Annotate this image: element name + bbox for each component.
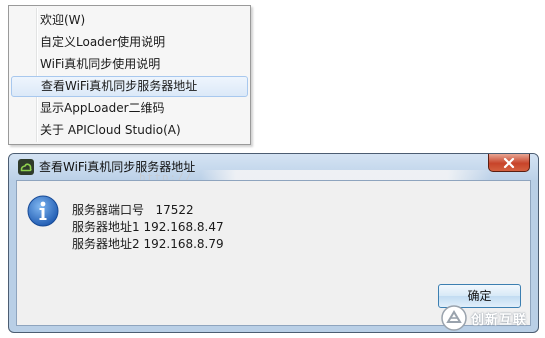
message-port-line: 服务器端口号 17522 bbox=[72, 201, 194, 218]
screenshot-stage: 欢迎(W) 自定义Loader使用说明 WiFi真机同步使用说明 查看WiFi真… bbox=[0, 0, 545, 338]
address2-value: 192.168.8.79 bbox=[143, 237, 224, 251]
menu-item-view-wifi-sync-server-address[interactable]: 查看WiFi真机同步服务器地址 bbox=[11, 76, 248, 97]
port-label: 服务器端口号 bbox=[72, 203, 145, 217]
info-icon bbox=[27, 195, 59, 227]
message-address2-line: 服务器地址2 192.168.8.79 bbox=[72, 235, 224, 252]
menu-item-welcome[interactable]: 欢迎(W) bbox=[11, 10, 248, 31]
context-menu: 欢迎(W) 自定义Loader使用说明 WiFi真机同步使用说明 查看WiFi真… bbox=[8, 5, 251, 145]
menu-item-show-apploader-qrcode[interactable]: 显示AppLoader二维码 bbox=[11, 98, 248, 119]
apicloud-logo-icon bbox=[18, 159, 34, 175]
address1-value: 192.168.8.47 bbox=[143, 220, 224, 234]
message-address1-line: 服务器地址1 192.168.8.47 bbox=[72, 218, 224, 235]
menu-item-custom-loader-guide[interactable]: 自定义Loader使用说明 bbox=[11, 32, 248, 53]
brand-watermark: 创新互联 bbox=[441, 303, 541, 333]
brand-text: 创新互联 bbox=[471, 313, 528, 328]
port-value: 17522 bbox=[155, 203, 194, 217]
menu-item-wifi-sync-guide[interactable]: WiFi真机同步使用说明 bbox=[11, 54, 248, 75]
address1-label: 服务器地址1 bbox=[72, 220, 140, 234]
brand-logo-icon bbox=[441, 305, 467, 331]
menu-item-about[interactable]: 关于 APICloud Studio(A) bbox=[11, 120, 248, 141]
close-button[interactable] bbox=[488, 154, 530, 172]
address2-label: 服务器地址2 bbox=[72, 237, 140, 251]
close-icon bbox=[503, 157, 515, 169]
